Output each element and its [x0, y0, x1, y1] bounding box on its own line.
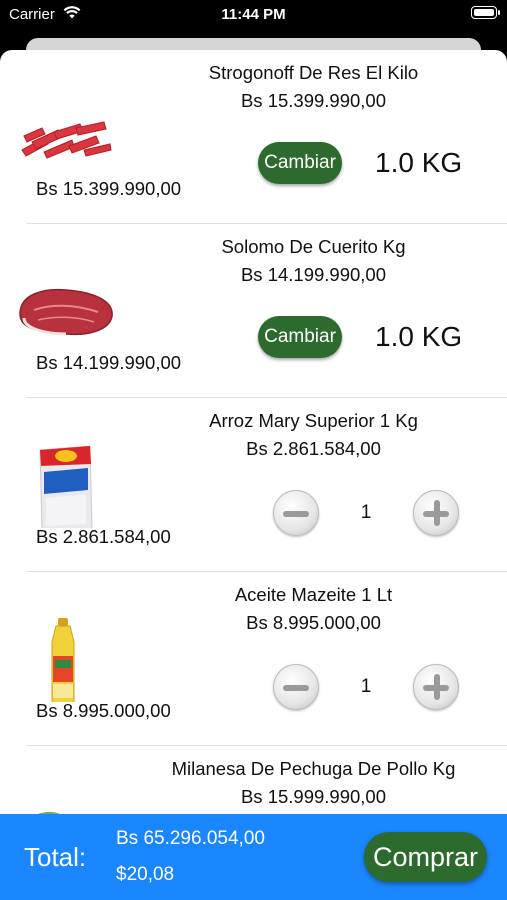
- quantity-value: 1: [360, 676, 372, 697]
- beef-cut-image: [19, 288, 113, 336]
- cart-item: Arroz Mary Superior 1 Kg Bs 2.861.584,00…: [0, 398, 507, 572]
- product-name: Milanesa De Pechuga De Pollo Kg: [171, 758, 456, 779]
- cart-sheet[interactable]: Strogonoff De Res El Kilo Bs 15.399.990,…: [0, 50, 507, 900]
- cart-item: Solomo De Cuerito Kg Bs 14.199.990,00 Ca…: [0, 224, 507, 398]
- cart-item: Aceite Mazeite 1 Lt Bs 8.995.000,00 1 Bs…: [0, 572, 507, 746]
- increase-quantity-button[interactable]: [413, 664, 459, 710]
- status-bar: Carrier 11:44 PM: [0, 0, 507, 30]
- change-weight-button[interactable]: Cambiar: [258, 142, 342, 184]
- change-weight-button[interactable]: Cambiar: [258, 316, 342, 358]
- buy-button[interactable]: Comprar: [364, 832, 487, 882]
- product-name: Solomo De Cuerito Kg: [221, 236, 406, 257]
- weight-value: 1.0 KG: [375, 321, 463, 352]
- increase-quantity-button[interactable]: [413, 490, 459, 536]
- total-label: Total:: [24, 842, 87, 872]
- battery-icon: [471, 6, 500, 19]
- oil-bottle-image: [51, 618, 75, 702]
- total-usd: $20,08: [116, 864, 175, 885]
- product-price: Bs 15.399.990,00: [240, 90, 387, 111]
- minus-icon: [283, 685, 309, 691]
- product-name: Strogonoff De Res El Kilo: [208, 62, 419, 83]
- product-price: Bs 2.861.584,00: [246, 438, 381, 459]
- item-subtotal: Bs 14.199.990,00: [36, 352, 182, 373]
- minus-icon: [283, 511, 309, 517]
- item-subtotal: Bs 2.861.584,00: [36, 526, 171, 547]
- total-bs: Bs 65.296.054,00: [116, 828, 265, 849]
- cart-footer: Total: Bs 65.296.054,00 $20,08 Comprar: [0, 814, 507, 900]
- product-name: Arroz Mary Superior 1 Kg: [209, 410, 418, 431]
- product-price: Bs 15.999.990,00: [240, 786, 387, 807]
- product-price: Bs 8.995.000,00: [246, 612, 381, 633]
- cart-item: Strogonoff De Res El Kilo Bs 15.399.990,…: [0, 50, 507, 224]
- product-price: Bs 14.199.990,00: [240, 264, 387, 285]
- weight-value: 1.0 KG: [375, 147, 463, 178]
- item-subtotal: Bs 8.995.000,00: [36, 700, 171, 721]
- decrease-quantity-button[interactable]: [273, 664, 319, 710]
- item-subtotal: Bs 15.399.990,00: [36, 178, 182, 199]
- quantity-value: 1: [360, 502, 372, 523]
- product-name: Aceite Mazeite 1 Lt: [234, 584, 393, 605]
- clock: 11:44 PM: [221, 6, 286, 23]
- rice-bag-image: [39, 445, 93, 528]
- decrease-quantity-button[interactable]: [273, 490, 319, 536]
- beef-strips-image: [21, 121, 112, 159]
